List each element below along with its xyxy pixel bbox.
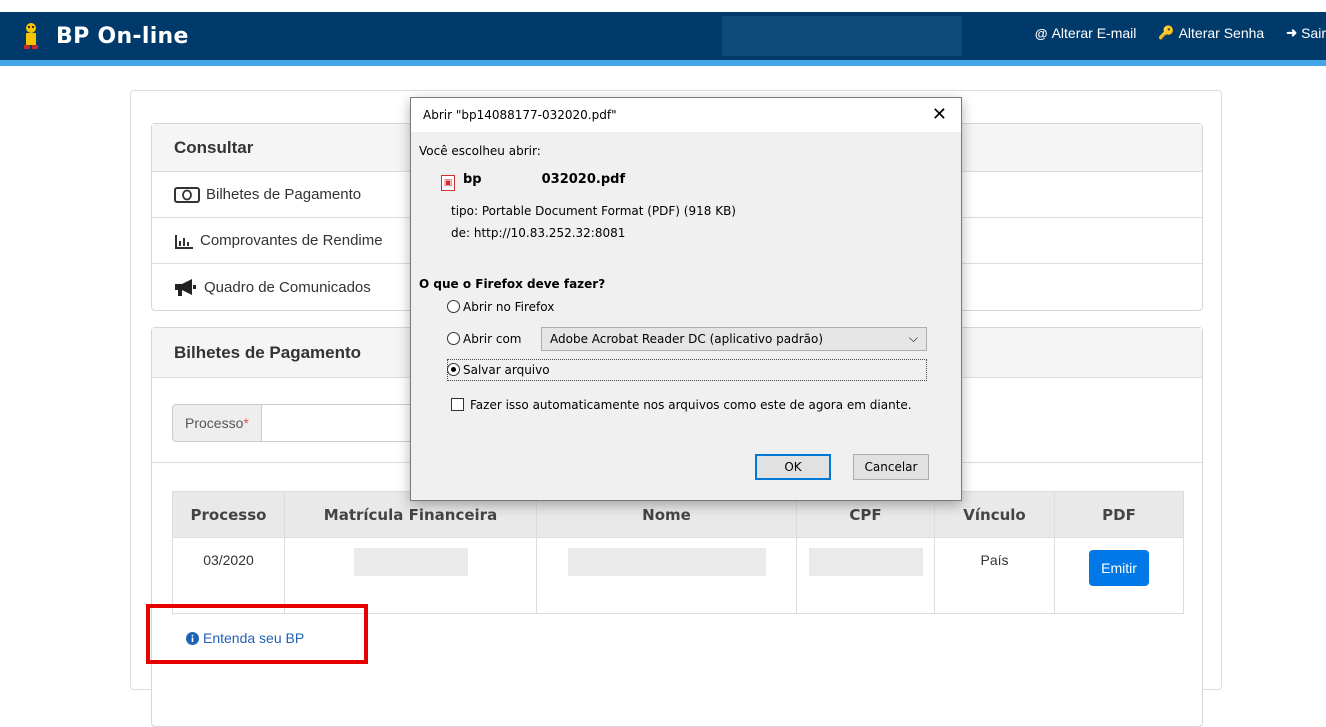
top-links: @ Alterar E-mail 🔑 Alterar Senha ➜ Sair xyxy=(1035,25,1326,41)
user-info-redacted xyxy=(722,16,962,56)
dialog-body: Você escolheu abrir: ▣ bp 032020.pdf tipo:… xyxy=(411,132,961,500)
file-type: tipo: Portable Document Format (PDF) (91… xyxy=(451,204,736,218)
entenda-bp-link[interactable]: Entenda seu BP xyxy=(186,630,304,646)
mascot-logo-icon xyxy=(24,23,38,49)
bullhorn-icon xyxy=(175,279,196,296)
change-password-label: Alterar Senha xyxy=(1178,25,1265,41)
money-icon xyxy=(174,186,200,203)
radio-button[interactable] xyxy=(447,332,460,345)
redacted-value xyxy=(353,548,468,576)
redacted-value xyxy=(808,548,923,576)
cell-pdf: Emitir xyxy=(1054,537,1184,614)
menu-item-label: Quadro de Comunicados xyxy=(204,278,371,296)
radio-button-selected[interactable] xyxy=(447,363,460,376)
entenda-bp-label: Entenda seu BP xyxy=(203,630,305,646)
table-row: 03/2020 País Emitir xyxy=(172,537,1184,614)
cell-vinculo: País xyxy=(934,537,1055,614)
auto-checkbox[interactable] xyxy=(451,398,464,411)
cell-processo: 03/2020 xyxy=(172,537,285,614)
emitir-button[interactable]: Emitir xyxy=(1089,550,1149,586)
radio-button[interactable] xyxy=(447,300,460,313)
change-email-link[interactable]: @ Alterar E-mail xyxy=(1035,25,1136,41)
radio-open-firefox[interactable]: Abrir no Firefox xyxy=(447,300,554,314)
download-dialog: Abrir "bp14088177-032020.pdf" ✕ Você esc… xyxy=(410,97,962,501)
cell-nome xyxy=(536,537,797,614)
menu-item-label: Comprovantes de Rendime xyxy=(200,232,383,249)
change-email-label: Alterar E-mail xyxy=(1051,25,1137,41)
at-icon: @ xyxy=(1034,25,1048,41)
processo-label: Processo * xyxy=(172,404,262,442)
action-question: O que o Firefox deve fazer? xyxy=(419,277,606,291)
auto-checkbox-row[interactable]: Fazer isso automaticamente nos arquivos … xyxy=(451,398,912,412)
brand-title[interactable]: BP On-line xyxy=(56,24,189,49)
radio-open-with[interactable]: Abrir com xyxy=(447,332,521,346)
bar-chart-icon xyxy=(175,234,193,249)
info-icon xyxy=(186,631,199,645)
col-header-processo: Processo xyxy=(172,491,285,538)
dialog-title-bar: Abrir "bp14088177-032020.pdf" xyxy=(411,98,961,132)
cell-matricula xyxy=(284,537,537,614)
bilhetes-table: Processo Matrícula Financeira Nome CPF V… xyxy=(172,491,1184,614)
dialog-title: Abrir "bp14088177-032020.pdf" xyxy=(423,108,617,122)
redacted-value xyxy=(567,548,766,576)
file-name: ▣ bp 032020.pdf xyxy=(441,172,625,191)
col-header-pdf: PDF xyxy=(1054,491,1184,538)
logout-link[interactable]: ➜ Sair xyxy=(1286,25,1326,41)
open-with-app-select[interactable]: Adobe Acrobat Reader DC (aplicativo padr… xyxy=(541,327,927,351)
sign-out-icon: ➜ xyxy=(1286,25,1298,40)
key-icon: 🔑 xyxy=(1158,25,1175,40)
change-password-link[interactable]: 🔑 Alterar Senha xyxy=(1158,25,1264,41)
pdf-file-icon: ▣ xyxy=(441,175,455,191)
chose-label: Você escolheu abrir: xyxy=(419,144,541,158)
top-navbar: BP On-line @ Alterar E-mail 🔑 Alterar Se… xyxy=(0,12,1326,66)
cancel-button[interactable]: Cancelar xyxy=(853,454,929,480)
chevron-down-icon: ⌵ xyxy=(908,331,918,345)
required-mark: * xyxy=(243,415,249,431)
close-icon[interactable]: ✕ xyxy=(932,104,947,125)
file-source: de: http://10.83.252.32:8081 xyxy=(451,226,626,240)
ok-button[interactable]: OK xyxy=(755,454,831,480)
radio-save-file[interactable]: Salvar arquivo xyxy=(447,363,550,377)
cell-cpf xyxy=(796,537,935,614)
menu-item-label: Bilhetes de Pagamento xyxy=(206,186,362,203)
logout-label: Sair xyxy=(1301,25,1326,41)
